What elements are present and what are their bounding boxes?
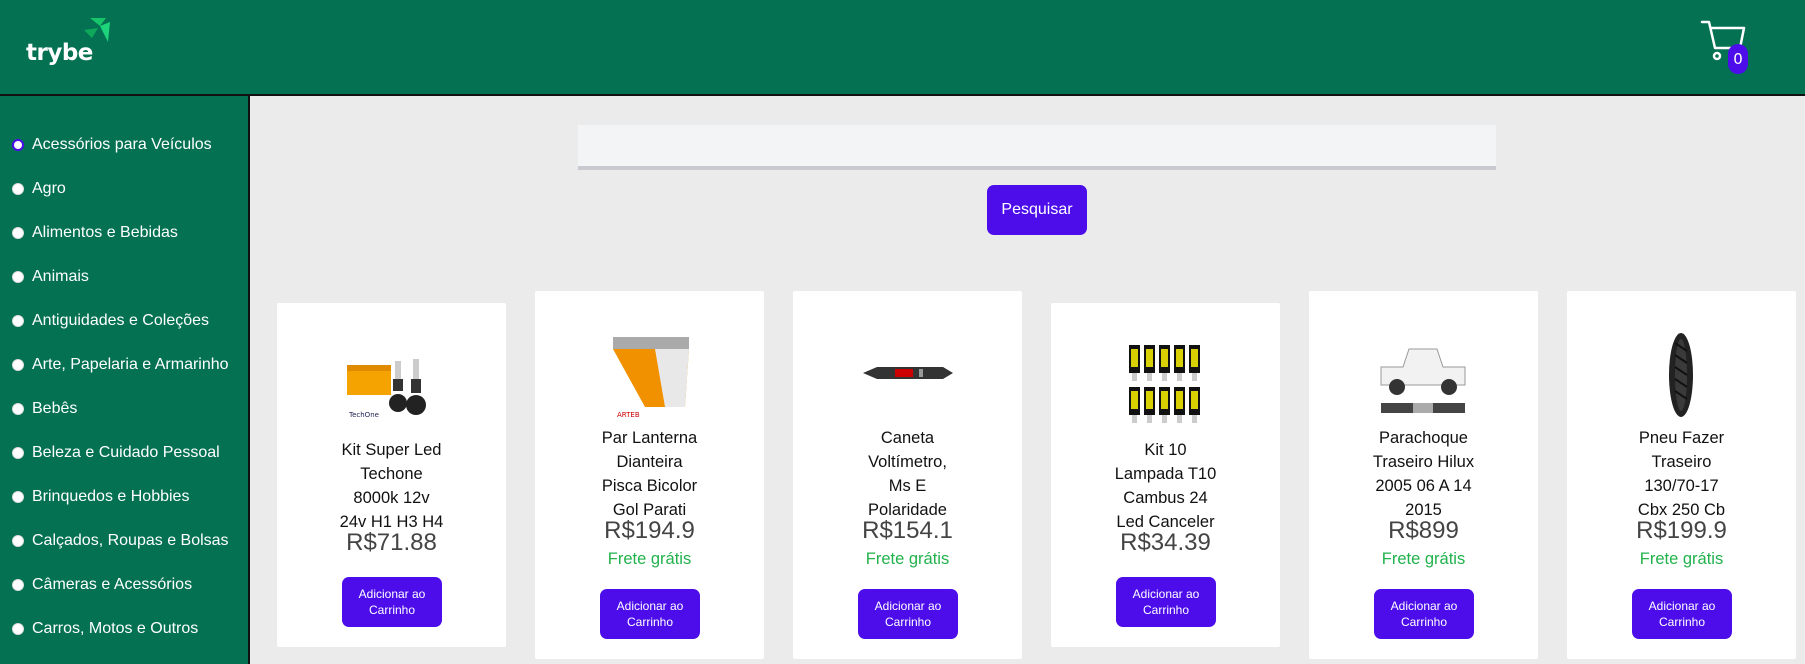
category-radio[interactable] [12,315,24,327]
category-radio[interactable] [12,227,24,239]
product-title-line: Traseiro Hilux [1372,453,1475,471]
category-label: Brinquedos e Hobbies [32,488,190,505]
category-label: Carros, Motos e Outros [32,620,199,637]
category-item[interactable]: Arte, Papelaria e Armarinho [12,354,229,376]
product-title-line: Ms E [888,477,927,495]
add-to-cart-button[interactable]: Adicionar ao Carrinho [1632,589,1732,639]
category-item[interactable]: Animais [12,266,89,288]
category-label: Antiguidades e Coleções [32,312,210,329]
category-item[interactable]: Calçados, Roupas e Bolsas [12,530,229,552]
category-radio[interactable] [12,183,24,195]
product-title-line: Pneu Fazer [1638,429,1725,447]
category-label: Animais [32,268,89,285]
product-price: R$34.39 [1120,529,1211,556]
category-item[interactable]: Brinquedos e Hobbies [12,486,189,508]
search-button[interactable]: Pesquisar [987,185,1087,235]
category-label: Acessórios para Veículos [32,136,212,153]
trybe-logo[interactable]: trybe [24,16,116,68]
category-radio[interactable] [12,447,24,459]
category-radio[interactable] [12,359,24,371]
product-price: R$199.9 [1636,517,1727,544]
svg-text:ARTEB: ARTEB [617,411,640,419]
product-title-line: 130/70-17 [1644,477,1719,495]
cart-button[interactable]: 0 [1700,18,1750,74]
product-title: Caneta Voltímetro, Ms E Polaridade [793,426,1022,522]
product-title-line: Parachoque [1379,429,1468,447]
category-item[interactable]: Acessórios para Veículos [12,134,212,156]
turn-signal-lamp-image: ARTEB [613,337,689,419]
product-title-line: Kit 10 [1144,441,1187,459]
free-shipping-label: Frete grátis [607,550,692,568]
add-to-cart-button[interactable]: Adicionar ao Carrinho [1374,589,1474,639]
category-radio[interactable] [12,139,24,151]
product-price: R$71.88 [346,529,437,556]
product-title-line: Par Lanterna [601,429,698,447]
category-item[interactable]: Bebês [12,398,77,420]
product-title: Kit 10 Lampada T10 Cambus 24 Led Canceler [1051,438,1280,534]
product-title-line: Kit Super Led [341,441,442,459]
svg-text:TechOne: TechOne [348,411,379,419]
t10-led-bulbs-image [1129,345,1200,423]
category-item[interactable]: Agro [12,178,66,200]
product-price: R$154.1 [862,517,953,544]
category-label: Calçados, Roupas e Bolsas [32,532,229,549]
category-radio[interactable] [12,491,24,503]
category-radio[interactable] [12,271,24,283]
pickup-truck-bumper-image [1380,348,1466,413]
category-item[interactable]: Antiguidades e Coleções [12,310,209,332]
product-title: Par Lanterna Dianteira Pisca Bicolor Gol Pa… [535,426,764,522]
add-to-cart-button[interactable]: Adicionar ao Carrinho [342,577,442,627]
product-title: Pneu Fazer Traseiro 130/70-17 Cbx 250 Cb [1567,426,1796,522]
motorcycle-tire-image [1669,333,1693,417]
logo-text: trybe [26,40,93,66]
free-shipping-label: Frete grátis [1639,550,1724,568]
category-radio[interactable] [12,403,24,415]
free-shipping-label: Frete grátis [1381,550,1466,568]
header: trybe 0 [0,0,1805,96]
product-price: R$899 [1388,517,1459,544]
product-card: Parachoque Traseiro Hilux 2005 06 A 14 2015… [1309,291,1538,659]
category-radio[interactable] [12,535,24,547]
add-to-cart-button[interactable]: Adicionar ao Carrinho [600,589,700,639]
product-title-line: Caneta [880,429,935,447]
add-to-cart-button[interactable]: Adicionar ao Carrinho [1116,577,1216,627]
category-label: Arte, Papelaria e Armarinho [32,356,229,373]
product-title: Kit Super Led Techone 8000k 12v 24v H1 H3 H… [277,438,506,534]
category-radio[interactable] [12,579,24,591]
category-item[interactable]: Carros, Motos e Outros [12,618,198,640]
cart-count-badge: 0 [1728,44,1748,74]
add-to-cart-button[interactable]: Adicionar ao Carrinho [858,589,958,639]
product-title-line: 8000k 12v [353,489,430,507]
search-input[interactable] [578,125,1496,170]
product-card: Kit 10 Lampada T10 Cambus 24 Led Canceler R$… [1051,303,1280,647]
product-title-line: Pisca Bicolor [601,477,698,495]
category-item[interactable]: Câmeras e Acessórios [12,574,192,596]
category-label: Câmeras e Acessórios [32,576,193,593]
product-title-line: Traseiro [1651,453,1712,471]
product-price: R$194.9 [604,517,695,544]
voltmeter-pen-image [863,367,953,379]
product-title-line: Techone [360,465,423,483]
product-card: Caneta Voltímetro, Ms E Polaridade R$154.1 Fr… [793,291,1022,659]
category-item[interactable]: Beleza e Cuidado Pessoal [12,442,220,464]
category-label: Alimentos e Bebidas [32,224,178,241]
product-title: Parachoque Traseiro Hilux 2005 06 A 14 2015 [1309,426,1538,522]
product-title-line: Cambus 24 [1123,489,1208,507]
category-label: Beleza e Cuidado Pessoal [32,444,220,461]
product-title-line: Lampada T10 [1114,465,1217,483]
product-title-line: Voltímetro, [868,453,947,471]
category-radio[interactable] [12,623,24,635]
category-item[interactable]: Alimentos e Bebidas [12,222,178,244]
category-label: Bebês [32,400,78,417]
headlight-led-kit-image: TechOne [347,359,426,419]
free-shipping-label: Frete grátis [865,550,950,568]
product-title-line: 2005 06 A 14 [1375,477,1472,495]
product-card: Pneu Fazer Traseiro 130/70-17 Cbx 250 Cb R$1… [1567,291,1796,659]
product-card: TechOne Kit Super Led Techone 8000k 12v 24v … [277,303,506,647]
product-title-line: Dianteira [616,453,683,471]
product-card: ARTEB Par Lanterna Dianteira Pisca Bicolor G… [535,291,764,659]
category-label: Agro [32,180,66,197]
